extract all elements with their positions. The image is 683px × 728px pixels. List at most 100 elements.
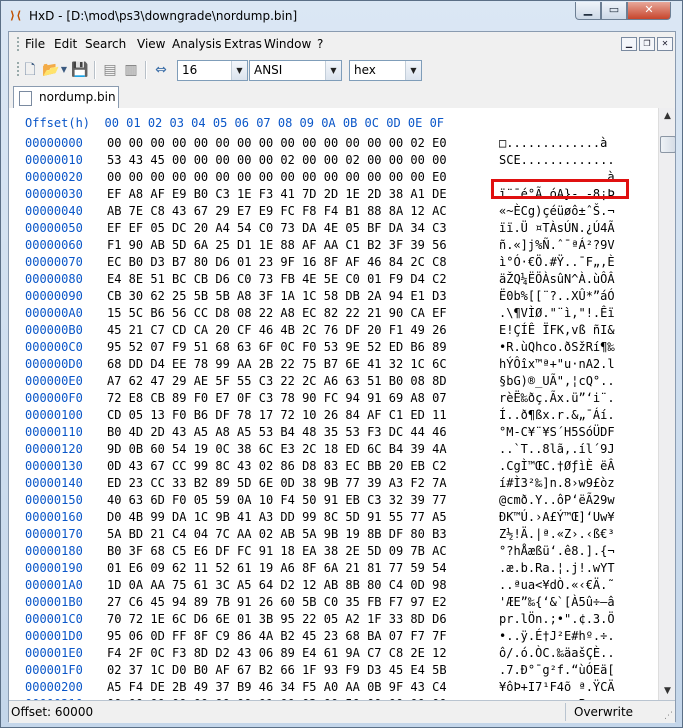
- row-hex-bytes[interactable]: 70 72 1E 6C D6 6E 01 3B 95 22 05 A2 1F 3…: [107, 611, 447, 628]
- row-hex-bytes[interactable]: EF A8 AF E9 B0 C3 1E F3 41 7D 2D 1E 2D 3…: [107, 186, 447, 203]
- row-hex-bytes[interactable]: 02 37 1C D0 B0 AF 67 B2 66 1F 93 F9 D3 4…: [107, 662, 447, 679]
- row-hex-bytes[interactable]: ED 23 CC 33 B2 89 5D 6E 0D 38 9B 77 39 A…: [107, 475, 447, 492]
- row-hex-bytes[interactable]: EF EF 05 DC 20 A4 54 C0 73 DA 4E 05 BF D…: [107, 220, 447, 237]
- scroll-up-arrow-icon[interactable]: ▲: [659, 108, 675, 125]
- row-hex-bytes[interactable]: A5 F4 DE 2B 49 37 B9 46 34 F5 A0 AA 0B 9…: [107, 679, 447, 696]
- resize-grip-icon[interactable]: ⋰: [664, 711, 673, 721]
- row-ascii-text[interactable]: .æ.b.Ra.¦.j!.wYT: [499, 560, 615, 577]
- new-file-icon[interactable]: 🗋: [21, 61, 39, 79]
- row-ascii-text[interactable]: ïï.Ü ¤TÀsÚN.¿Ú4Ã: [499, 220, 615, 237]
- row-hex-bytes[interactable]: CB 30 62 25 5B 5B A8 3F 1A 1C 58 DB 2A 9…: [107, 288, 447, 305]
- row-hex-bytes[interactable]: B0 3F 68 C5 E6 DF FC 91 18 EA 38 2E 5D 0…: [107, 543, 447, 560]
- minimize-button[interactable]: ▁: [575, 2, 601, 20]
- vertical-scrollbar[interactable]: ▲ ▼: [658, 108, 675, 700]
- charset-select[interactable]: ANSI ▼: [249, 60, 342, 81]
- row-hex-bytes[interactable]: 72 E8 CB 89 F0 E7 0F C3 78 90 FC 94 91 6…: [107, 390, 447, 407]
- chevron-down-icon[interactable]: ▼: [231, 61, 247, 80]
- row-ascii-text[interactable]: Ë0b%[[¨?..XÛ*”áÓ: [499, 288, 615, 305]
- row-ascii-text[interactable]: pr.lÖn.;•".¢.3.Ö: [499, 611, 615, 628]
- row-ascii-text[interactable]: @cmð.Y..ôP‘ëÃ29w: [499, 492, 615, 509]
- row-ascii-text[interactable]: rèË‰ðç.Ãx.ü”‘i¨.: [499, 390, 615, 407]
- row-ascii-text[interactable]: .7.Ð°¯g²f.“ùÓEä[: [499, 662, 615, 679]
- row-hex-bytes[interactable]: 40 63 6D F0 05 59 0A 10 F4 50 91 EB C3 3…: [107, 492, 447, 509]
- menu-search[interactable]: Search: [85, 37, 126, 51]
- row-ascii-text[interactable]: ..ªua<¥dÒ.«‹€Ä.˜: [499, 577, 615, 594]
- row-hex-bytes[interactable]: E4 8E 51 BC CB D6 C0 73 FB 4E 5E C0 01 F…: [107, 271, 447, 288]
- hex-editor[interactable]: Offset(h) 00 01 02 03 04 05 06 07 08 09 …: [9, 108, 675, 700]
- mdi-close-button[interactable]: ✕: [657, 37, 673, 51]
- ram-memory-icon[interactable]: ▥: [122, 61, 140, 79]
- row-hex-bytes[interactable]: 5A BD 21 C4 04 7C AA 02 AB 5A 9B 19 8B D…: [107, 526, 447, 543]
- row-ascii-text[interactable]: °M-C¥¨¥S´H5SóÜDF: [499, 424, 615, 441]
- row-ascii-text[interactable]: ..`T..8lã,.íl´9J: [499, 441, 615, 458]
- row-ascii-text[interactable]: E!ÇÍÊ ÏFK,vß ñI&: [499, 322, 615, 339]
- row-hex-bytes[interactable]: 53 43 45 00 00 00 00 00 02 00 00 02 00 0…: [107, 152, 447, 169]
- row-ascii-text[interactable]: ô/.ó.ÒC.‰äašÇÈ..: [499, 645, 615, 662]
- row-hex-bytes[interactable]: A7 62 47 29 AE 5F 55 C3 22 2C A6 63 51 B…: [107, 373, 447, 390]
- row-ascii-text[interactable]: .CgÌ™ŒC.†ØƒìÈ ëÂ: [499, 458, 615, 475]
- row-ascii-text[interactable]: hÝÔîx™ª+"u·nA2.l: [499, 356, 615, 373]
- row-hex-bytes[interactable]: 27 C6 45 94 89 7B 91 26 60 5B C0 35 FB F…: [107, 594, 447, 611]
- maximize-button[interactable]: ▭: [601, 2, 627, 20]
- close-button[interactable]: ✕: [627, 2, 671, 20]
- row-ascii-text[interactable]: í#Ì3²‰]n.8›w9£òz: [499, 475, 615, 492]
- row-ascii-text[interactable]: 'ÆE”‰{‘&`[À5û÷—â: [499, 594, 615, 611]
- row-hex-bytes[interactable]: 00 00 00 00 00 00 00 00 00 00 00 00 00 0…: [107, 169, 447, 186]
- row-ascii-text[interactable]: ì°Ó·€Ö.#Ÿ..¯F„,È: [499, 254, 615, 271]
- menu-help[interactable]: ?: [317, 37, 323, 51]
- row-ascii-text[interactable]: ¥ôÞ+I7¹F4õ ª.ŸCÄ: [499, 679, 615, 696]
- row-hex-bytes[interactable]: 95 06 0D FF 8F C9 86 4A B2 45 23 68 BA 0…: [107, 628, 447, 645]
- row-hex-bytes[interactable]: 15 5C B6 56 CC D8 08 22 A8 EC 82 22 21 9…: [107, 305, 447, 322]
- row-hex-bytes[interactable]: 9D 0B 60 54 19 0C 38 6C E3 2C 18 ED 6C B…: [107, 441, 447, 458]
- row-hex-bytes[interactable]: CD 05 13 F0 B6 DF 78 17 72 10 26 84 AF C…: [107, 407, 447, 424]
- menu-analysis[interactable]: Analysis: [172, 37, 221, 51]
- row-hex-bytes[interactable]: D0 4B 99 DA 1C 9B 41 A3 DD 99 8C 5D 91 5…: [107, 509, 447, 526]
- menu-edit[interactable]: Edit: [54, 37, 77, 51]
- row-hex-bytes[interactable]: 0D 43 67 CC 99 8C 43 02 86 D8 83 EC BB 2…: [107, 458, 447, 475]
- display-mode-select[interactable]: hex ▼: [349, 60, 422, 81]
- row-ascii-text[interactable]: §bG)®_UÃ",¦cQ°..: [499, 373, 615, 390]
- menu-view[interactable]: View: [137, 37, 165, 51]
- bytes-per-row-select[interactable]: 16 ▼: [177, 60, 248, 81]
- row-ascii-text[interactable]: □.............à: [499, 135, 607, 152]
- row-hex-bytes[interactable]: 00 00 00 00 00 00 00 00 00 00 00 00 00 0…: [107, 135, 447, 152]
- row-hex-bytes[interactable]: 45 21 C7 CD CA 20 CF 46 4B 2C 76 DF 20 F…: [107, 322, 447, 339]
- menu-extras[interactable]: Extras: [224, 37, 262, 51]
- row-ascii-text[interactable]: äŽQ¼ËÖÀsûN^À.ùÔÂ: [499, 271, 615, 288]
- status-edit-mode[interactable]: Overwrite: [574, 705, 633, 719]
- row-hex-bytes[interactable]: 68 DD D4 EE 78 99 AA 2B 22 75 B7 6E 41 3…: [107, 356, 447, 373]
- row-ascii-text[interactable]: •..ÿ.É†J²E#hº.÷.: [499, 628, 615, 645]
- row-ascii-text[interactable]: ñ.«]j%Ñ.ˆ¯ªÁ²?9V: [499, 237, 615, 254]
- row-ascii-text[interactable]: •R.ùQhco.ðSžRí¶‰: [499, 339, 615, 356]
- hxd-app-icon[interactable]: ⟩⟨: [9, 9, 25, 23]
- tab-nordump[interactable]: nordump.bin: [13, 86, 119, 108]
- row-hex-bytes[interactable]: 95 52 07 F9 51 68 63 6F 0C F0 53 9E 52 E…: [107, 339, 447, 356]
- title-bar[interactable]: ⟩⟨ HxD - [D:\mod\ps3\downgrade\nordump.b…: [1, 1, 682, 31]
- row-ascii-text[interactable]: ÐK™Ú.›A£Ý™Œ]‘Uw¥: [499, 509, 615, 526]
- save-icon[interactable]: 💾: [71, 61, 89, 79]
- row-ascii-text[interactable]: Í..ð¶ßx.r.&„¯Áí.: [499, 407, 615, 424]
- row-hex-bytes[interactable]: EC B0 D3 B7 80 D6 01 23 9F 16 8F AF 46 8…: [107, 254, 447, 271]
- row-ascii-text[interactable]: «~ÈCg)çéüøô±ˆŠ.¬: [499, 203, 615, 220]
- disk-drive-icon[interactable]: ▤: [101, 61, 119, 79]
- row-hex-bytes[interactable]: 01 E6 09 62 11 52 61 19 A6 8F 6A 21 81 7…: [107, 560, 447, 577]
- menu-window[interactable]: Window: [264, 37, 311, 51]
- open-folder-icon[interactable]: 📂: [42, 61, 60, 79]
- menu-file[interactable]: File: [25, 37, 45, 51]
- row-hex-bytes[interactable]: F4 2F 0C F3 8D D2 43 06 89 E4 61 9A C7 C…: [107, 645, 447, 662]
- row-hex-bytes[interactable]: 1D 0A AA 75 61 3C A5 64 D2 12 AB 8B 80 C…: [107, 577, 447, 594]
- row-ascii-text[interactable]: SCE.............: [499, 152, 615, 169]
- open-dropdown-arrow-icon[interactable]: ▼: [59, 61, 69, 79]
- row-ascii-text[interactable]: °?hÅæßü‘.ê8.].{¬: [499, 543, 615, 560]
- scroll-thumb[interactable]: [660, 136, 675, 153]
- row-hex-bytes[interactable]: F1 90 AB 5D 6A 25 D1 1E 88 AF AA C1 B2 3…: [107, 237, 447, 254]
- chevron-down-icon[interactable]: ▼: [325, 61, 341, 80]
- row-ascii-text[interactable]: .\¶VÌØ."¨ì‚"!.Êï: [499, 305, 615, 322]
- chevron-down-icon[interactable]: ▼: [405, 61, 421, 80]
- mdi-minimize-button[interactable]: ▁: [621, 37, 637, 51]
- row-ascii-text[interactable]: Z½!Ä.|ª.«Z›.‹ß€³: [499, 526, 615, 543]
- mdi-restore-button[interactable]: ❐: [639, 37, 655, 51]
- row-hex-bytes[interactable]: B0 4D 2D 43 A5 A8 A5 53 B4 48 35 53 F3 D…: [107, 424, 447, 441]
- scroll-down-arrow-icon[interactable]: ▼: [659, 683, 675, 700]
- row-hex-bytes[interactable]: AB 7E C8 43 67 29 E7 E9 FC F8 F4 B1 88 8…: [107, 203, 447, 220]
